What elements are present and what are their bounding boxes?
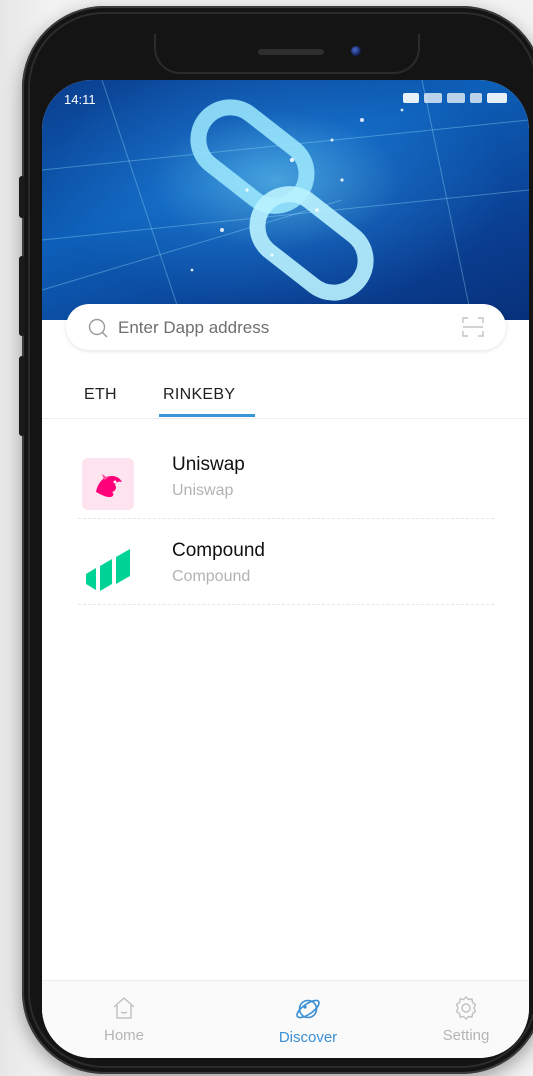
nav-discover-label: Discover bbox=[278, 1029, 338, 1046]
nav-home-label: Home bbox=[103, 1027, 144, 1044]
phone-side-button bbox=[19, 176, 25, 218]
gear-icon bbox=[455, 996, 477, 1020]
network-tabs: ETH RINKEBY bbox=[42, 374, 529, 419]
tab-rinkeby[interactable]: RINKEBY bbox=[163, 386, 235, 404]
status-icons bbox=[403, 93, 507, 103]
bottom-navigation: Home Discover Setting bbox=[42, 980, 529, 1058]
phone-speaker bbox=[258, 49, 324, 55]
uniswap-logo-icon bbox=[82, 458, 134, 510]
phone-side-button bbox=[19, 356, 25, 436]
list-item-compound[interactable]: Compound Compound bbox=[78, 518, 494, 605]
dapp-subtitle: Uniswap bbox=[172, 482, 234, 499]
compound-logo-icon bbox=[86, 549, 130, 591]
dapp-subtitle: Compound bbox=[172, 568, 251, 585]
nav-discover[interactable]: Discover bbox=[263, 995, 353, 1046]
nfc-icon bbox=[403, 93, 419, 103]
phone-frame: 14:11 ETH RINKEBY bbox=[19, 6, 533, 1074]
phone-side-button bbox=[19, 256, 25, 336]
list-item-uniswap[interactable]: Uniswap Uniswap bbox=[78, 432, 494, 519]
scan-icon[interactable] bbox=[462, 316, 484, 338]
dapp-name: Uniswap bbox=[172, 454, 245, 475]
home-icon bbox=[113, 997, 135, 1019]
dapp-search-bar[interactable] bbox=[66, 304, 506, 350]
app-screen: 14:11 ETH RINKEBY bbox=[42, 80, 529, 1058]
signal-5g-icon bbox=[424, 93, 442, 103]
chain-link-illustration bbox=[42, 80, 529, 320]
dapp-name: Compound bbox=[172, 540, 265, 561]
status-time: 14:11 bbox=[64, 92, 96, 107]
signal-4g-icon bbox=[447, 93, 465, 103]
wifi-icon bbox=[470, 93, 482, 103]
nav-home[interactable]: Home bbox=[79, 995, 169, 1044]
nav-setting[interactable]: Setting bbox=[421, 995, 511, 1044]
phone-camera bbox=[351, 46, 361, 56]
nav-setting-label: Setting bbox=[442, 1027, 490, 1044]
planet-icon bbox=[296, 999, 320, 1019]
active-tab-indicator bbox=[159, 414, 255, 417]
tab-eth[interactable]: ETH bbox=[84, 386, 117, 404]
search-icon bbox=[88, 318, 108, 338]
hero-banner: 14:11 bbox=[42, 80, 529, 320]
dapp-address-input[interactable] bbox=[116, 315, 450, 341]
battery-icon bbox=[487, 93, 507, 103]
